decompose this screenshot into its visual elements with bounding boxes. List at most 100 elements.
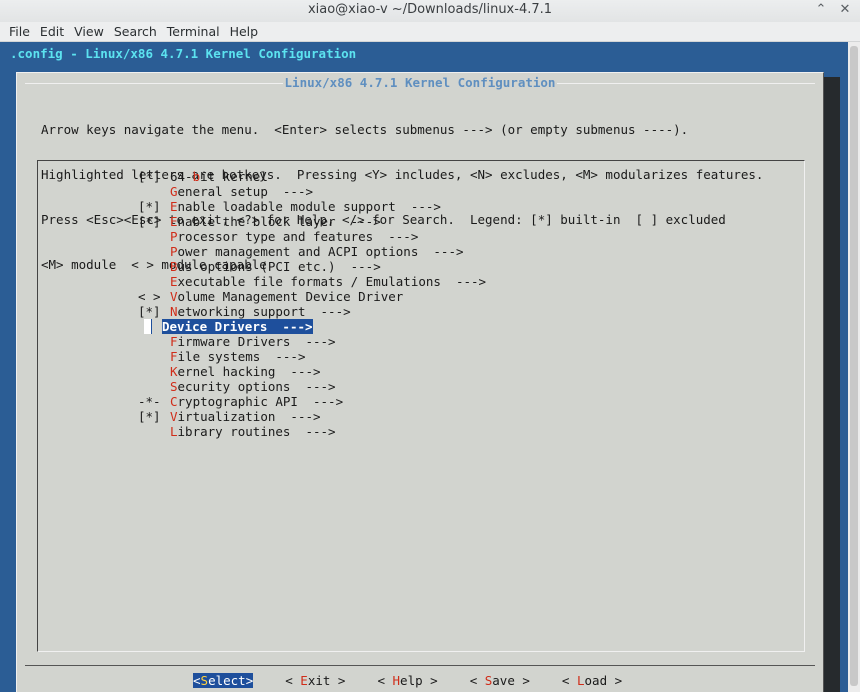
menu-item[interactable]: Library routines ---> xyxy=(138,424,486,439)
menu-item-hotkey: V xyxy=(170,289,178,304)
menu-item-mark: < > xyxy=(138,289,161,304)
menu-item[interactable]: Executable file formats / Emulations ---… xyxy=(138,274,486,289)
menu-item[interactable]: Processor type and features ---> xyxy=(138,229,486,244)
menu-item-label: Firmware Drivers ---> xyxy=(170,334,336,349)
menu-item-text: ibrary routines ---> xyxy=(177,424,336,439)
dialog-button[interactable]: <Select> xyxy=(193,673,254,688)
dialog-title-text: Linux/x86 4.7.1 Kernel Configuration xyxy=(282,75,558,90)
menu-item-mark xyxy=(138,334,170,349)
menu-item[interactable]: [*] Virtualization ---> xyxy=(138,409,486,424)
button-text: ave > xyxy=(492,673,530,688)
menu-item-mark xyxy=(138,349,170,364)
menu-item-hotkey: P xyxy=(170,229,178,244)
menu-item-mark xyxy=(138,259,170,274)
menu-item-text: us options (PCI etc.) ---> xyxy=(177,259,381,274)
menu-item[interactable]: Bus options (PCI etc.) ---> xyxy=(138,259,486,274)
menu-item-text: evice Drivers ---> xyxy=(169,319,313,334)
menu-edit[interactable]: Edit xyxy=(35,22,69,41)
menu-item-label: Library routines ---> xyxy=(170,424,336,439)
menu-item[interactable]: < > Volume Management Device Driver xyxy=(138,289,486,304)
menu-item-hotkey: V xyxy=(170,409,178,424)
button-separator xyxy=(25,665,815,666)
menu-item[interactable]: Power management and ACPI options ---> xyxy=(138,244,486,259)
menu-item-hotkey: D xyxy=(162,319,170,334)
menu-item-text: ower management and ACPI options ---> xyxy=(177,244,464,259)
menu-terminal[interactable]: Terminal xyxy=(162,22,225,41)
menu-help[interactable]: Help xyxy=(225,22,264,41)
menu-item-hotkey: F xyxy=(170,349,178,364)
menu-item-label: Enable loadable module support ---> xyxy=(170,199,441,214)
menu-item-text: 64- xyxy=(170,169,193,184)
menu-item[interactable]: General setup ---> xyxy=(138,184,486,199)
config-dialog: Linux/x86 4.7.1 Kernel Configuration Arr… xyxy=(16,72,824,692)
button-hotkey: S xyxy=(200,673,209,688)
menu-item-hotkey: L xyxy=(170,424,178,439)
button-bar: <Select> < Exit > < Help > < Save > < Load > xyxy=(193,673,622,688)
menu-item[interactable]: [*] Enable loadable module support ---> xyxy=(138,199,486,214)
menu-item-text: rocessor type and features ---> xyxy=(177,229,419,244)
menu-item-hotkey: N xyxy=(170,304,178,319)
menu-item-hotkey: E xyxy=(170,274,178,289)
menu-item-hotkey: E xyxy=(170,199,178,214)
menu-item-text: ernel hacking ---> xyxy=(177,364,321,379)
button-hotkey: L xyxy=(576,673,585,688)
menu-item-mark: [*] xyxy=(138,199,161,214)
menu-file[interactable]: File xyxy=(4,22,35,41)
menu-item-label: 64-bit kernel xyxy=(170,169,268,184)
scrollbar-thumb[interactable] xyxy=(850,46,858,686)
menu-item-label: Executable file formats / Emulations ---… xyxy=(170,274,486,289)
terminal-scrollbar[interactable] xyxy=(848,42,860,692)
menu-item-hotkey: S xyxy=(170,379,178,394)
menu-item-label: Cryptographic API ---> xyxy=(170,394,343,409)
button-text: < xyxy=(561,673,577,688)
menu-item-text: it kernel xyxy=(200,169,268,184)
menu-item[interactable]: [*] Networking support ---> xyxy=(138,304,486,319)
menu-item[interactable]: -*- Cryptographic API ---> xyxy=(138,394,486,409)
menu-item-mark: [*] xyxy=(138,304,161,319)
menu-item-label: Virtualization ---> xyxy=(170,409,321,424)
menu-item-label: Power management and ACPI options ---> xyxy=(170,244,464,259)
window-title: xiao@xiao-v ~/Downloads/linux-4.7.1 xyxy=(307,2,553,17)
button-text: < xyxy=(377,673,393,688)
terminal-area[interactable]: .config - Linux/x86 4.7.1 Kernel Configu… xyxy=(0,42,860,692)
close-button[interactable]: ✕ xyxy=(838,2,852,18)
menu-item-mark xyxy=(138,424,170,439)
menu-item-mark xyxy=(138,184,170,199)
menu-item-mark: [*] xyxy=(138,214,161,229)
menu-item[interactable]: Security options ---> xyxy=(138,379,486,394)
menu-search[interactable]: Search xyxy=(109,22,162,41)
menu-item[interactable]: Kernel hacking ---> xyxy=(138,364,486,379)
menu-item-label: Kernel hacking ---> xyxy=(170,364,321,379)
menu-item-hotkey: K xyxy=(170,364,178,379)
menu-view[interactable]: View xyxy=(69,22,109,41)
menu-item-text: ecurity options ---> xyxy=(177,379,336,394)
menu-item-text: etworking support ---> xyxy=(177,304,351,319)
button-text: < xyxy=(193,673,201,688)
menu-item-label: Processor type and features ---> xyxy=(170,229,418,244)
menu-item-text: ile systems ---> xyxy=(177,349,306,364)
maximize-button[interactable]: ⌃ xyxy=(814,2,828,18)
menu-item-mark xyxy=(138,379,170,394)
dialog-button[interactable]: < Save > xyxy=(470,673,530,688)
menu-item-text: ryptographic API ---> xyxy=(177,394,344,409)
button-text: oad > xyxy=(584,673,623,688)
dialog-button[interactable]: < Exit > xyxy=(285,673,345,688)
menu-item[interactable]: Firmware Drivers ---> xyxy=(138,334,486,349)
menu-item-mark: [*] xyxy=(138,169,161,184)
menu-item[interactable]: Device Drivers ---> xyxy=(138,319,486,334)
menu-item-text: irtualization ---> xyxy=(177,409,321,424)
menu-item-hotkey: P xyxy=(170,244,178,259)
menu-item-mark xyxy=(138,244,170,259)
menubar: File Edit View Search Terminal Help xyxy=(0,22,860,42)
help-line: Arrow keys navigate the menu. <Enter> se… xyxy=(41,122,689,137)
menu-item-mark xyxy=(138,274,170,289)
button-text: elp > xyxy=(400,673,438,688)
menu-item[interactable]: File systems ---> xyxy=(138,349,486,364)
menu-box: [*] 64-bit kernel General setup ---> [*] Ena… xyxy=(37,160,805,652)
menu-item[interactable]: [*] 64-bit kernel xyxy=(138,169,486,184)
menu-item-text: nable the block layer ---> xyxy=(177,214,381,229)
menu-item-mark xyxy=(138,364,170,379)
dialog-button[interactable]: < Help > xyxy=(377,673,437,688)
menu-item[interactable]: [*] Enable the block layer ---> xyxy=(138,214,486,229)
dialog-button[interactable]: < Load > xyxy=(562,673,622,688)
